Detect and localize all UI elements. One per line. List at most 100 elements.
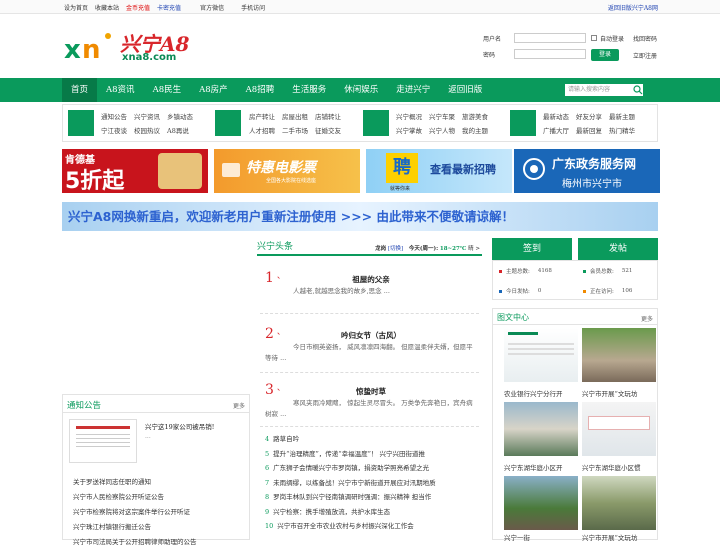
nav-jobs[interactable]: A8招聘: [237, 78, 284, 102]
sub-link[interactable]: 兴宁车聚: [429, 111, 455, 121]
login-button[interactable]: 登录: [591, 49, 619, 61]
list-item[interactable]: 10 兴宁市召开全市农业农村与乡村振兴深化工作会: [265, 519, 485, 534]
gov-city: 梅州市兴宁市: [562, 179, 622, 190]
notice-more-link[interactable]: 更多: [233, 401, 245, 410]
nav-about[interactable]: 走进兴宁: [387, 78, 439, 102]
recruit-banner[interactable]: 聘 查看最新招聘 就等你来: [366, 149, 512, 193]
wechat-link[interactable]: 官方微信: [200, 3, 224, 12]
nav-services[interactable]: 生活服务: [283, 78, 335, 102]
sub-link[interactable]: 宁江夜谈: [101, 125, 127, 135]
sub-link[interactable]: 兴宁概况: [396, 111, 422, 121]
photo-thumbnail[interactable]: [504, 476, 578, 530]
kfc-banner[interactable]: 肯德基 5折起: [62, 149, 208, 193]
sub-link[interactable]: 好友分享: [576, 111, 602, 121]
card-recharge-link[interactable]: 卡密充值: [157, 3, 181, 12]
members-count: 521: [621, 268, 633, 274]
weather-temp: 18~27℃: [439, 246, 467, 252]
article-title[interactable]: 吟归女节（古风）: [265, 330, 477, 341]
sub-link[interactable]: 旅游美食: [462, 111, 488, 121]
photo-caption[interactable]: 兴宁市开展“文玩坊: [582, 388, 660, 398]
sub-link[interactable]: 热门精华: [609, 125, 635, 135]
logo-mark-icon: x n: [64, 33, 111, 64]
old-version-link[interactable]: 返回旧版兴宁A8网: [608, 3, 658, 12]
password-input[interactable]: [514, 49, 587, 59]
site-logo[interactable]: x n 兴宁A8 xna8.com: [64, 26, 234, 68]
list-item[interactable]: 9 兴宁检察：携手增殖放流，共护水库生态: [265, 505, 485, 520]
sub-link[interactable]: 通知公告: [101, 111, 127, 121]
sub-link[interactable]: 乡镇动态: [167, 111, 193, 121]
login-form: 用户名 自动登录 找回密码 密码 登录 立即注册: [483, 33, 659, 63]
list-item[interactable]: 6 广东狮子会情暖兴宁市罗岗镇，捐资助学照亮希望之光: [265, 461, 485, 476]
sub-link[interactable]: 我的主题: [462, 125, 488, 135]
photo-thumbnail[interactable]: [582, 328, 656, 382]
post-button[interactable]: 发帖: [578, 238, 658, 260]
sub-link[interactable]: 兴宁掌故: [396, 125, 422, 135]
notice-title: 通知公告: [67, 401, 102, 411]
find-password-link[interactable]: 找回密码: [633, 34, 657, 43]
sub-link[interactable]: 征婚交友: [315, 125, 341, 135]
sub-link[interactable]: A8再说: [167, 125, 193, 135]
nav-old-version[interactable]: 返回旧版: [439, 78, 491, 102]
mobile-link[interactable]: 手机访问: [241, 3, 265, 12]
article-title[interactable]: 祖屋的父亲: [265, 274, 477, 285]
nav-home[interactable]: 首页: [62, 78, 98, 102]
sub-link[interactable]: 最新动态: [543, 111, 569, 121]
notice-top-title[interactable]: 兴宁这19家公司被吊销!: [145, 421, 214, 431]
list-item[interactable]: 兴宁珠江村镇银行搬迁公告: [73, 520, 197, 535]
photo-caption[interactable]: 兴宁东湖华庭小区开: [504, 462, 582, 472]
gov-service-banner[interactable]: 广东政务服务网 梅州市兴宁市: [514, 149, 660, 193]
photo-center-title: 图文中心: [497, 313, 529, 322]
announcement-banner[interactable]: 兴宁A8网换新重启，欢迎新老用户重新注册使用 >>> 由此带来不便敬请谅解！: [62, 202, 658, 231]
coin-recharge-link[interactable]: 金币充值: [126, 3, 150, 12]
sub-link[interactable]: 兴宁资讯: [134, 111, 160, 121]
sub-link[interactable]: 最新主题: [609, 111, 635, 121]
city-switch-link[interactable]: [切换]: [388, 246, 403, 252]
nav-leisure[interactable]: 休闲娱乐: [335, 78, 387, 102]
sub-link[interactable]: 广播大厅: [543, 125, 569, 135]
list-item[interactable]: 8 罗岗丰林队到兴宁径南镇调研时强调：振兴精神 担当作: [265, 490, 485, 505]
photo-caption[interactable]: 兴宁东湖华庭小区惯: [582, 462, 660, 472]
gov-title: 广东政务服务网: [552, 157, 637, 171]
sub-link[interactable]: 人才招聘: [249, 125, 275, 135]
kfc-deal: 5折起: [65, 169, 125, 193]
sub-link[interactable]: 二手市场: [282, 125, 308, 135]
sub-link[interactable]: 店铺转让: [315, 111, 341, 121]
search-icon[interactable]: [632, 84, 643, 96]
set-homepage-link[interactable]: 设为首页: [64, 3, 88, 12]
list-item[interactable]: 兴宁市司法局关于公开招聘律师助理的公告: [73, 535, 197, 550]
sub-link[interactable]: 兴宁人物: [429, 125, 455, 135]
list-item[interactable]: 兴宁市人民检察院公开听证公告: [73, 490, 197, 505]
photo-thumbnail[interactable]: [582, 476, 656, 530]
sub-link[interactable]: 房屋出租: [282, 111, 308, 121]
list-item[interactable]: 关于罗送祥同志任职的通知: [73, 475, 197, 490]
movie-banner[interactable]: 特惠电影票 全国各大影院在线选座: [214, 149, 360, 193]
photo-thumbnail[interactable]: [504, 328, 578, 382]
photo-more-link[interactable]: 更多: [641, 314, 653, 323]
logo-domain: xna8.com: [122, 52, 177, 63]
notice-thumbnail[interactable]: [69, 419, 137, 463]
article-excerpt: 寒风夹雨冷飕飕， 惊起生灵尽冒头。 万类争先奔艳日，宾舟病树寂 ...: [265, 399, 473, 418]
auto-login-checkbox[interactable]: [591, 35, 598, 41]
photo-caption[interactable]: 农业银行兴宁分行开: [504, 388, 582, 398]
sub-link[interactable]: 校园热议: [134, 125, 160, 135]
nav-realestate[interactable]: A8房产: [190, 78, 237, 102]
nav-livelihood[interactable]: A8民生: [144, 78, 191, 102]
photo-caption[interactable]: 兴宁市开展“文玩坊: [582, 532, 660, 542]
photo-thumbnail[interactable]: [504, 402, 578, 456]
register-link[interactable]: 立即注册: [633, 51, 657, 60]
photo-caption[interactable]: 兴宁一街: [504, 532, 582, 542]
list-item[interactable]: 5 提升“治理精度”，传递“幸福温度”！ 兴宁兴田街道推: [265, 447, 485, 462]
article-title[interactable]: 惊蛰时草: [265, 386, 477, 397]
username-input[interactable]: [514, 33, 587, 43]
list-item[interactable]: 兴宁市检察院将对这宗案件举行公开听证: [73, 505, 197, 520]
list-item[interactable]: 4 路草自吟: [265, 432, 485, 447]
weather-label: 今天(周一):: [408, 246, 439, 252]
bookmark-link[interactable]: 收藏本站: [95, 3, 119, 12]
sub-link[interactable]: 最新回复: [576, 125, 602, 135]
members-label: 会员总数:: [590, 269, 614, 275]
nav-news[interactable]: A8资讯: [97, 78, 144, 102]
sub-link[interactable]: 房产转让: [249, 111, 275, 121]
photo-thumbnail[interactable]: [582, 402, 656, 456]
checkin-button[interactable]: 签到: [492, 238, 572, 260]
list-item[interactable]: 7 未雨绸缪，以练备战！兴宁市宁新街道开展应对汛期地质: [265, 476, 485, 491]
